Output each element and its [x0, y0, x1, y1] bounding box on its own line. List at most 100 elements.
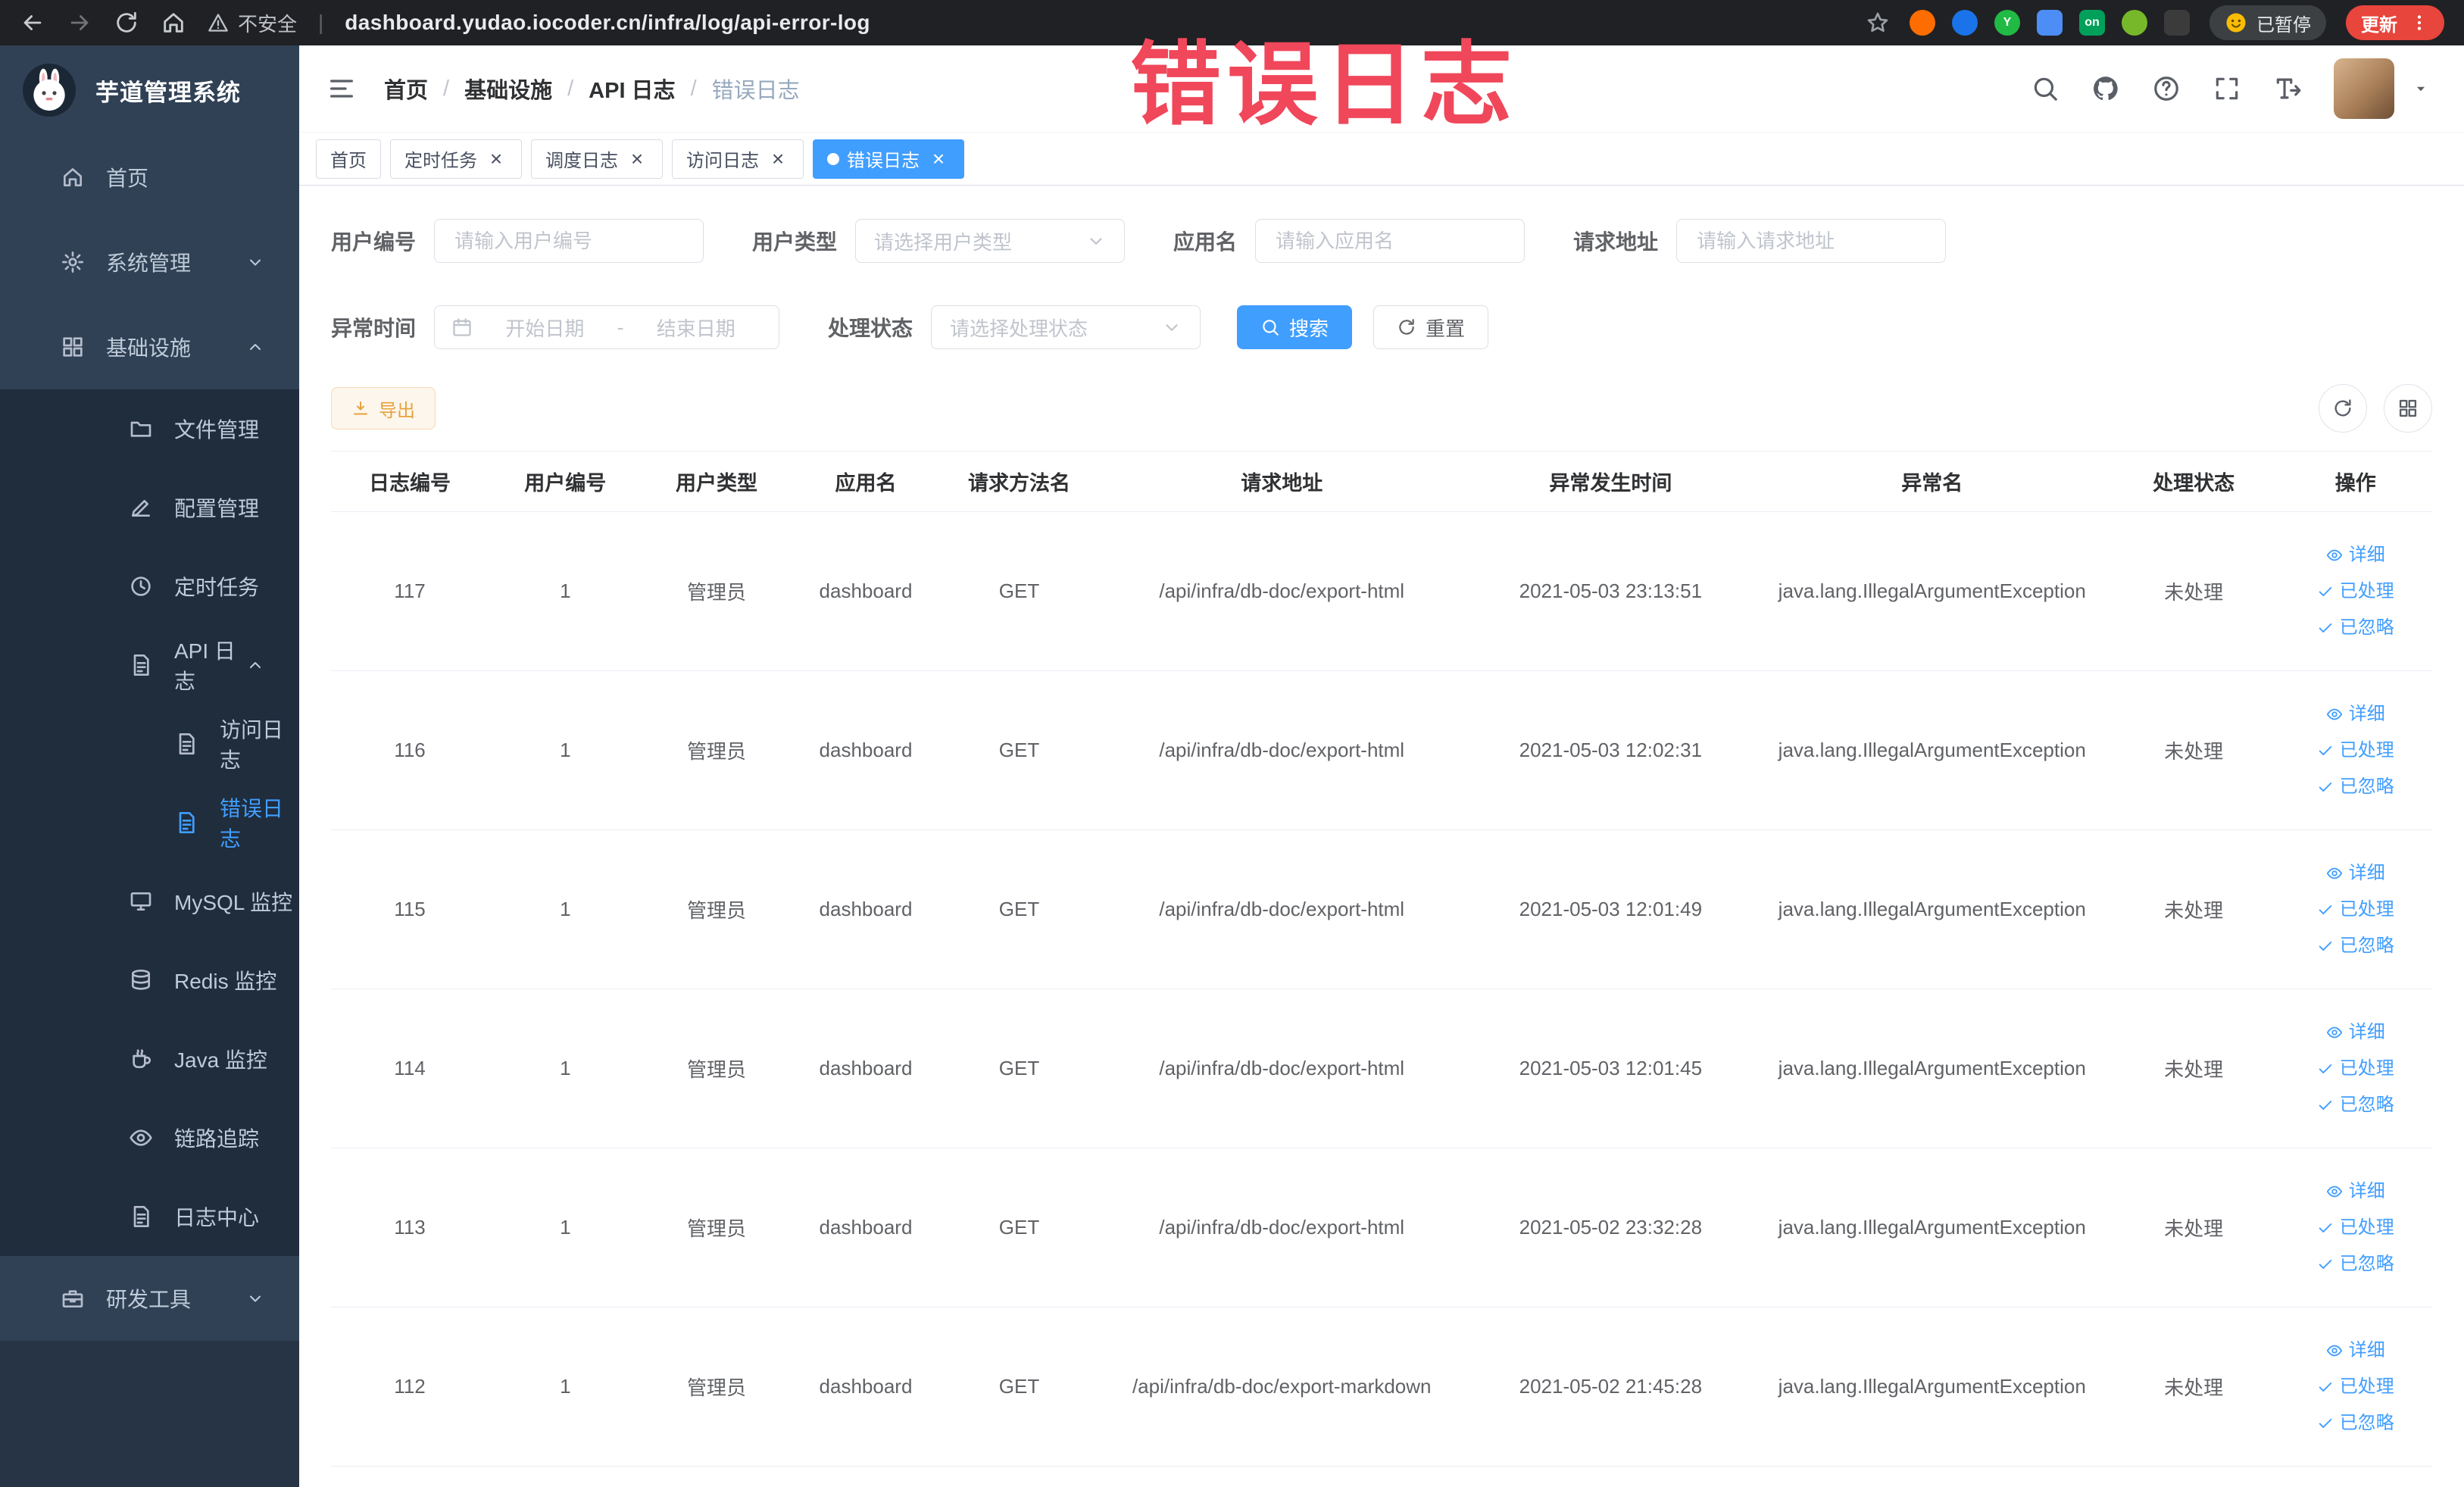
hamburger-icon[interactable] — [326, 73, 357, 104]
action-ignored-link[interactable]: 已忽略 — [2284, 1405, 2426, 1442]
extension-blue-circle-icon[interactable] — [1952, 10, 1978, 36]
header-search-icon[interactable] — [2031, 74, 2060, 103]
refresh-table-button[interactable] — [2319, 384, 2367, 433]
date-separator: - — [617, 315, 624, 339]
sidebar-item-API 日志[interactable]: API 日志 — [0, 626, 299, 704]
action-ignored-link[interactable]: 已忽略 — [2284, 928, 2426, 964]
monitor-icon — [129, 889, 153, 914]
sidebar-item-首页[interactable]: 首页 — [0, 135, 299, 220]
cell-user_type: 管理员 — [642, 1148, 792, 1307]
security-indicator[interactable]: 不安全 — [208, 9, 297, 37]
sidebar-item-系统管理[interactable]: 系统管理 — [0, 220, 299, 305]
avatar-caret-icon[interactable] — [2412, 80, 2429, 97]
cell-url: /api/infra/db-doc/export-html — [1098, 670, 1466, 830]
cell-actions: 详细 已处理已忽略 — [2278, 989, 2432, 1148]
action-ignored-link[interactable]: 已忽略 — [2284, 1087, 2426, 1123]
action-detail-link[interactable]: 详细 — [2284, 696, 2426, 733]
user-id-input[interactable] — [434, 219, 704, 263]
process-status-select[interactable]: 请选择处理状态 — [931, 305, 1201, 349]
user-avatar[interactable] — [2334, 58, 2394, 119]
exception-time-label: 异常时间 — [331, 317, 417, 340]
tab-定时任务[interactable]: 定时任务 × — [390, 139, 522, 179]
column-settings-button[interactable] — [2384, 384, 2432, 433]
tab-label: 错误日志 — [847, 151, 920, 171]
action-processed-link[interactable]: 已处理 — [2284, 1051, 2426, 1087]
breadcrumb-separator: / — [690, 76, 697, 101]
address-bar-url[interactable]: dashboard.yudao.iocoder.cn/infra/log/api… — [345, 11, 870, 35]
sidebar-item-配置管理[interactable]: 配置管理 — [0, 468, 299, 547]
extension-green-leaf-icon[interactable] — [2122, 10, 2147, 36]
action-detail-link[interactable]: 详细 — [2284, 1014, 2426, 1051]
action-detail-link[interactable]: 详细 — [2284, 1173, 2426, 1210]
breadcrumb-item[interactable]: 基础设施 — [464, 73, 552, 105]
fullscreen-icon[interactable] — [2213, 74, 2241, 103]
extension-green-circle-icon[interactable]: Y — [1994, 10, 2020, 36]
sidebar-item-基础设施[interactable]: 基础设施 — [0, 305, 299, 389]
action-processed-link[interactable]: 已处理 — [2284, 892, 2426, 928]
docs-help-icon[interactable] — [2152, 74, 2181, 103]
action-ignored-link[interactable]: 已忽略 — [2284, 769, 2426, 805]
grid-icon — [61, 335, 85, 359]
sidebar-item-Java 监控[interactable]: Java 监控 — [0, 1020, 299, 1098]
warning-icon — [208, 12, 229, 33]
bookmark-star-icon[interactable] — [1866, 11, 1890, 35]
extension-orange-circle-icon[interactable] — [1910, 10, 1935, 36]
check-icon — [2317, 1097, 2334, 1114]
action-label: 已忽略 — [2339, 1094, 2394, 1115]
sidebar-item-文件管理[interactable]: 文件管理 — [0, 389, 299, 468]
cell-time: 2021-05-02 21:45:28 — [1465, 1307, 1756, 1467]
user-type-label: 用户类型 — [752, 230, 838, 254]
browser-forward-icon[interactable] — [67, 10, 92, 36]
breadcrumb-item[interactable]: API 日志 — [589, 73, 675, 105]
end-date-placeholder: 结束日期 — [656, 317, 735, 340]
cell-method: GET — [940, 1307, 1098, 1467]
close-tab-icon[interactable]: × — [485, 148, 507, 170]
action-processed-link[interactable]: 已处理 — [2284, 573, 2426, 610]
user-type-select[interactable]: 请选择用户类型 — [855, 219, 1126, 263]
app-name-input[interactable] — [1255, 219, 1526, 263]
paused-pill-button[interactable]: 已暂停 — [2209, 5, 2326, 40]
action-processed-link[interactable]: 已处理 — [2284, 1369, 2426, 1405]
font-size-icon[interactable] — [2273, 74, 2302, 103]
action-detail-link[interactable]: 详细 — [2284, 1332, 2426, 1369]
tab-调度日志[interactable]: 调度日志 × — [531, 139, 663, 179]
action-detail-link[interactable]: 详细 — [2284, 855, 2426, 892]
tabs-bar: 首页 定时任务 × 调度日志 × 访问日志 × 错误日志 × — [299, 132, 2464, 186]
exception-time-range-picker[interactable]: 开始日期 - 结束日期 — [434, 305, 780, 349]
update-button[interactable]: 更新 — [2346, 5, 2444, 40]
search-button[interactable]: 搜索 — [1237, 305, 1353, 349]
action-processed-link[interactable]: 已处理 — [2284, 733, 2426, 769]
sidebar-item-链路追踪[interactable]: 链路追踪 — [0, 1098, 299, 1177]
extension-green-on-icon[interactable]: on — [2079, 10, 2105, 36]
sidebar-item-Redis 监控[interactable]: Redis 监控 — [0, 941, 299, 1020]
breadcrumb-item[interactable]: 首页 — [384, 73, 428, 105]
browser-back-icon[interactable] — [20, 10, 45, 36]
reset-button[interactable]: 重置 — [1373, 305, 1489, 349]
sidebar-logo[interactable]: 芋道管理系统 — [0, 45, 299, 135]
browser-home-icon[interactable] — [161, 10, 186, 36]
sidebar-item-研发工具[interactable]: 研发工具 — [0, 1256, 299, 1341]
action-detail-link[interactable]: 详细 — [2284, 537, 2426, 573]
action-ignored-link[interactable]: 已忽略 — [2284, 610, 2426, 646]
close-tab-icon[interactable]: × — [626, 148, 648, 170]
sidebar-item-日志中心[interactable]: 日志中心 — [0, 1177, 299, 1256]
toolbox-icon — [61, 1286, 85, 1310]
sidebar-item-错误日志[interactable]: 错误日志 — [0, 783, 299, 862]
sidebar-item-MySQL 监控[interactable]: MySQL 监控 — [0, 862, 299, 941]
cell-method: GET — [940, 829, 1098, 989]
close-tab-icon[interactable]: × — [767, 148, 789, 170]
export-button[interactable]: 导出 — [331, 387, 436, 430]
tab-错误日志[interactable]: 错误日志 × — [813, 139, 964, 179]
sidebar-item-访问日志[interactable]: 访问日志 — [0, 704, 299, 783]
request-url-input[interactable] — [1676, 219, 1947, 263]
action-ignored-link[interactable]: 已忽略 — [2284, 1246, 2426, 1282]
sidebar-item-定时任务[interactable]: 定时任务 — [0, 547, 299, 626]
action-processed-link[interactable]: 已处理 — [2284, 1210, 2426, 1246]
extension-blue-grid-icon[interactable] — [2037, 10, 2063, 36]
tab-首页[interactable]: 首页 — [316, 139, 381, 179]
tab-访问日志[interactable]: 访问日志 × — [672, 139, 804, 179]
browser-reload-icon[interactable] — [114, 10, 139, 36]
close-tab-icon[interactable]: × — [927, 148, 950, 170]
extension-dark-puzzle-icon[interactable] — [2164, 10, 2190, 36]
github-icon[interactable] — [2091, 74, 2120, 103]
